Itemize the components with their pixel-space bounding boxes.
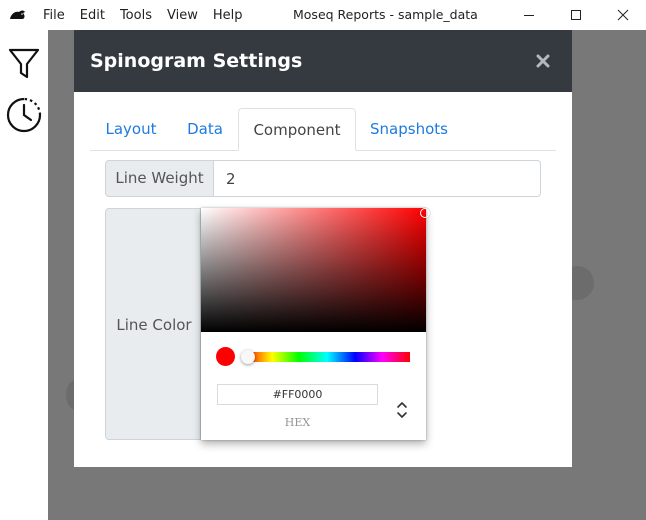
- sidebar: [0, 30, 48, 520]
- line-color-group: Line Color: [105, 208, 201, 440]
- menu-help[interactable]: Help: [213, 8, 243, 23]
- color-picker: HEX: [201, 208, 430, 440]
- hue-slider[interactable]: [244, 352, 410, 362]
- history-icon[interactable]: [5, 96, 43, 134]
- menu-file[interactable]: File: [43, 8, 65, 23]
- tab-data[interactable]: Data: [172, 108, 238, 150]
- tab-snapshots[interactable]: Snapshots: [356, 108, 462, 150]
- close-window-icon[interactable]: [613, 5, 633, 25]
- hue-slider-handle[interactable]: [241, 350, 255, 364]
- menu-bar: File Edit Tools View Help: [43, 0, 257, 30]
- line-weight-label: Line Weight: [105, 160, 214, 197]
- maximize-icon[interactable]: [566, 5, 586, 25]
- hex-mode-label: HEX: [284, 416, 311, 429]
- menu-edit[interactable]: Edit: [80, 8, 105, 23]
- menu-tools[interactable]: Tools: [120, 8, 152, 23]
- saturation-cursor[interactable]: [420, 208, 430, 218]
- saturation-area[interactable]: [201, 208, 426, 332]
- line-weight-group: Line Weight: [105, 160, 541, 197]
- tab-layout[interactable]: Layout: [90, 108, 172, 150]
- minimize-icon[interactable]: [519, 5, 539, 25]
- window-title: Moseq Reports - sample_data: [293, 7, 478, 22]
- line-weight-input[interactable]: [214, 160, 541, 197]
- mode-toggle-icon[interactable]: [395, 398, 409, 422]
- app-logo-icon: [10, 10, 25, 19]
- filter-icon[interactable]: [5, 44, 43, 82]
- tab-component[interactable]: Component: [238, 108, 356, 151]
- modal-header: Spinogram Settings: [74, 30, 572, 92]
- menu-view[interactable]: View: [167, 8, 198, 23]
- color-swatch: [216, 347, 235, 366]
- hex-input[interactable]: [217, 384, 378, 405]
- line-color-label: Line Color: [116, 316, 192, 334]
- settings-tabs: Layout Data Component Snapshots: [90, 108, 556, 151]
- close-icon[interactable]: [530, 48, 556, 74]
- modal-title: Spinogram Settings: [90, 50, 303, 72]
- title-bar: File Edit Tools View Help Moseq Reports …: [0, 0, 646, 30]
